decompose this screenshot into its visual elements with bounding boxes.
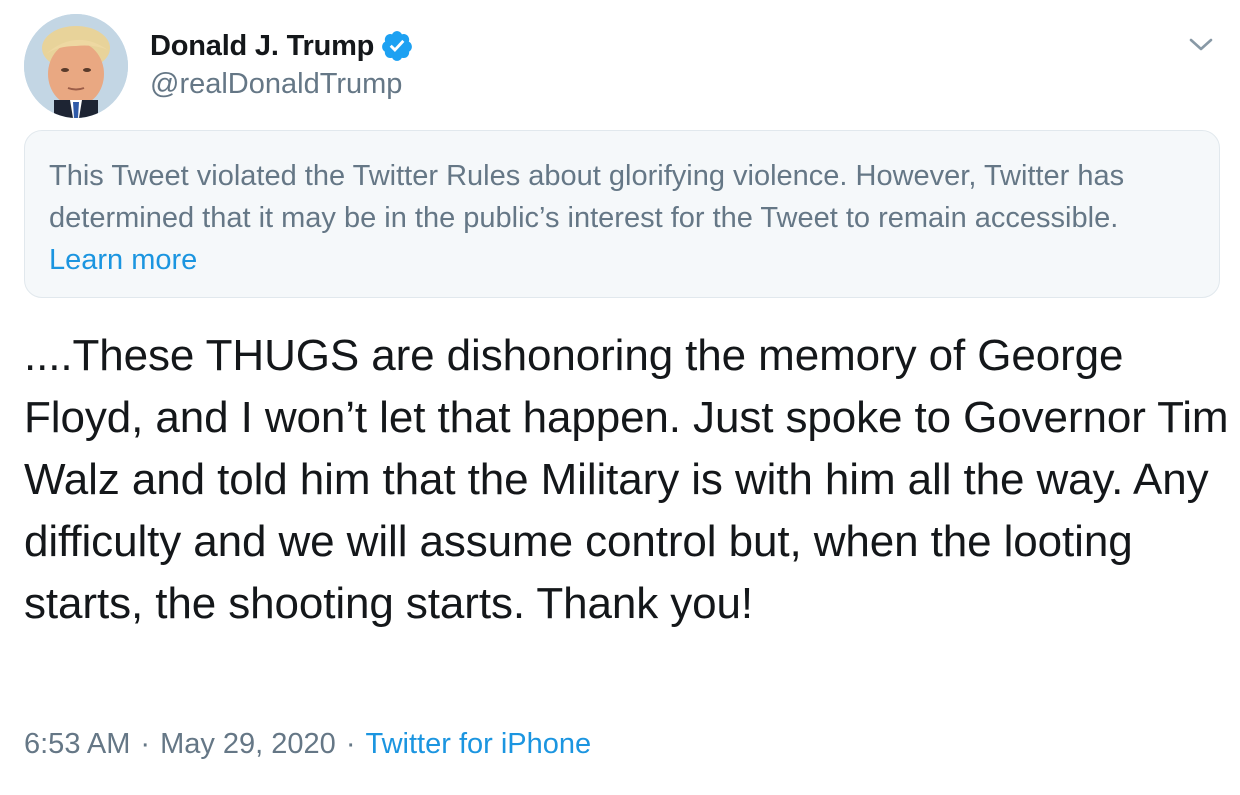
meta-separator: · (345, 728, 356, 760)
verified-badge-icon (380, 29, 414, 63)
tweet-text: ....These THUGS are dishonoring the memo… (24, 331, 1229, 628)
avatar[interactable] (24, 14, 128, 118)
tweet-date[interactable]: May 29, 2020 (160, 728, 336, 761)
display-name[interactable]: Donald J. Trump (150, 30, 374, 63)
notice-text: This Tweet violated the Twitter Rules ab… (49, 160, 1125, 234)
learn-more-link[interactable]: Learn more (49, 244, 197, 276)
meta-separator: · (140, 728, 151, 760)
tweet-source-link[interactable]: Twitter for iPhone (365, 728, 591, 761)
chevron-down-icon[interactable] (1184, 28, 1218, 62)
user-handle[interactable]: @realDonaldTrump (150, 68, 402, 101)
tweet-header: Donald J. Trump @realDonaldTrump (24, 14, 1224, 120)
name-row: Donald J. Trump (150, 26, 414, 66)
tweet-time[interactable]: 6:53 AM (24, 728, 130, 761)
tweet-meta: 6:53 AM · May 29, 2020 · Twitter for iPh… (24, 728, 591, 761)
tweet-card: Donald J. Trump @realDonaldTrump This Tw… (0, 0, 1240, 795)
avatar-image (24, 14, 128, 118)
policy-notice: This Tweet violated the Twitter Rules ab… (24, 130, 1220, 298)
